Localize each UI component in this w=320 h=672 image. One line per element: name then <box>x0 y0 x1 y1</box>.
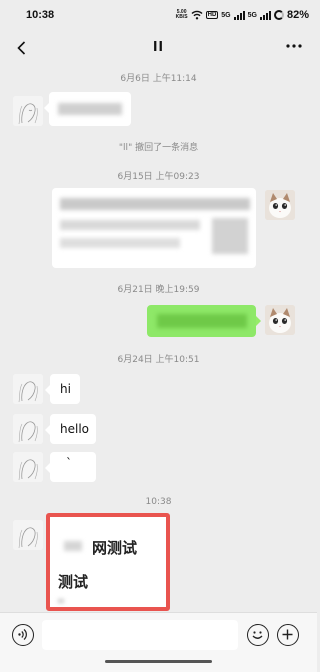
blurred-content <box>58 599 64 603</box>
sent-message-blurred[interactable] <box>147 305 261 337</box>
received-message[interactable]: ` <box>45 452 96 482</box>
message-text: ` <box>66 456 72 470</box>
more-dots-icon <box>286 44 302 48</box>
received-message[interactable]: hello <box>45 414 96 444</box>
voice-button[interactable] <box>12 624 34 646</box>
my-avatar[interactable] <box>265 190 295 220</box>
message-text: hi <box>60 382 71 396</box>
bottom-safe-area <box>0 656 317 672</box>
signal-2-icon <box>259 10 271 20</box>
blurred-content <box>58 103 122 115</box>
timestamp: 6月21日 晚上19:59 <box>117 285 200 295</box>
cat-avatar-icon <box>265 305 295 335</box>
voice-icon <box>18 629 27 640</box>
recall-notice: "ll" 撤回了一条消息 <box>118 143 199 153</box>
timestamp: 6月24日 上午10:51 <box>117 355 200 365</box>
status-icons: 5.00 KB/S HD 5G 5G 82% <box>176 8 309 22</box>
sketch-portrait-icon <box>13 374 43 404</box>
sketch-portrait-icon <box>13 414 43 444</box>
my-avatar[interactable] <box>265 305 295 335</box>
status-time: 10:38 <box>26 9 55 21</box>
received-message-blurred[interactable] <box>44 92 131 126</box>
chat-title: ll <box>153 40 164 55</box>
chat-header: ll <box>0 30 317 66</box>
signal-1-icon <box>233 10 245 20</box>
blurred-card-text <box>60 238 180 248</box>
blurred-card-title <box>60 198 250 210</box>
timestamp: 6月6日 上午11:14 <box>120 74 197 84</box>
contact-avatar[interactable] <box>13 520 43 550</box>
sent-link-card[interactable] <box>52 188 256 268</box>
message-text: hello <box>60 422 89 436</box>
message-input[interactable] <box>42 620 238 650</box>
battery-icon <box>273 10 284 20</box>
contact-avatar[interactable] <box>13 374 43 404</box>
more-button[interactable] <box>283 36 305 56</box>
cat-avatar-icon <box>265 190 295 220</box>
message-text-line-2: 测试 <box>58 573 89 591</box>
contact-avatar[interactable] <box>13 414 43 444</box>
blurred-content <box>64 541 82 551</box>
received-message[interactable]: hi <box>45 374 80 404</box>
plus-button[interactable] <box>277 624 299 646</box>
blurred-card-text <box>60 220 200 230</box>
sim1-network-icon: 5G <box>221 11 231 19</box>
hd-icon: HD <box>205 11 219 19</box>
blurred-content <box>157 314 247 328</box>
blurred-card-thumbnail <box>212 218 248 254</box>
emoji-icon <box>252 631 263 639</box>
input-bar <box>0 612 317 656</box>
battery-percent: 82% <box>286 9 309 21</box>
contact-avatar[interactable] <box>13 96 43 126</box>
message-text-line-1: 网测试 <box>92 539 138 557</box>
home-indicator[interactable] <box>105 660 212 663</box>
status-bar: 10:38 5.00 KB/S HD 5G 5G 82% <box>0 0 317 30</box>
timestamp: 6月15日 上午09:23 <box>117 172 200 182</box>
sketch-portrait-icon <box>13 452 43 482</box>
contact-avatar[interactable] <box>13 452 43 482</box>
emoji-button[interactable] <box>247 624 269 646</box>
wifi-icon <box>191 10 203 20</box>
timestamp: 10:38 <box>145 497 172 507</box>
sim2-network-icon: 5G <box>247 11 257 19</box>
network-speed: 5.00 KB/S <box>175 9 188 20</box>
sketch-portrait-icon <box>13 96 43 126</box>
plus-icon <box>282 629 293 640</box>
highlighted-received-message[interactable]: 网测试 测试 <box>46 513 170 611</box>
sketch-portrait-icon <box>13 520 43 550</box>
